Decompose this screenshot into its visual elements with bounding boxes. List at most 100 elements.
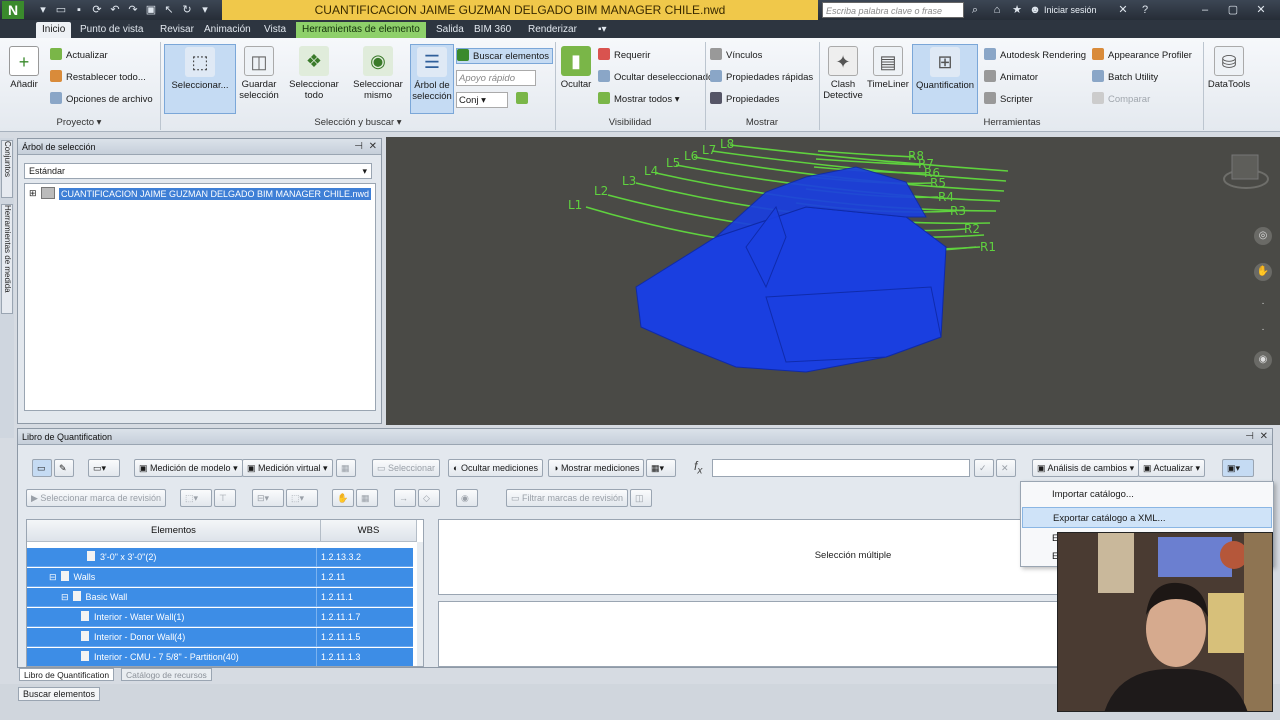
tab-salida[interactable]: Salida [430, 22, 470, 38]
tab-vista[interactable]: Vista [258, 22, 292, 38]
exchange-icon[interactable]: ✕ [1116, 3, 1130, 17]
table-row[interactable]: Interior - Water Wall(1) 1.2.11.1.7 [27, 608, 413, 627]
column-header-elementos[interactable]: Elementos [27, 520, 321, 542]
timeliner-button[interactable]: ▤ TimeLiner [866, 44, 910, 114]
ocultar-button[interactable]: ▮ Ocultar [558, 44, 594, 114]
sync-icon[interactable]: ⟳ [90, 3, 104, 17]
markup-tool-4[interactable]: ⬚▾ [286, 489, 318, 507]
ocultar-deseleccionado-button[interactable]: Ocultar deseleccionado [598, 70, 713, 86]
table-row[interactable]: ⊟ Walls 1.2.11 [27, 568, 413, 587]
eraser-icon[interactable]: ◇ [418, 489, 440, 507]
mostrar-todos-button[interactable]: Mostrar todos ▾ [598, 92, 680, 108]
seleccionar-marca-revision-button[interactable]: ▶ Seleccionar marca de revisión [26, 489, 166, 507]
medicion-virtual-button[interactable]: ▣ Medición virtual ▾ [242, 459, 333, 477]
markup-tool-7[interactable]: → [394, 489, 416, 507]
table-row[interactable]: Interior - CMU - 7 5/8" - Partition(40) 1… [27, 648, 413, 666]
pin-icon[interactable]: ⊣ [354, 139, 363, 155]
tree-view-dropdown[interactable]: Estándar ▾ [24, 163, 372, 179]
actualizar-button[interactable]: ▣ Actualizar ▾ [1138, 459, 1206, 477]
collapse-icon[interactable]: ⊟ [61, 592, 69, 602]
group-label-proyecto[interactable]: Proyecto ▾ [4, 116, 154, 130]
menu-item-importar-catalogo[interactable]: Importar catálogo... [1022, 484, 1272, 505]
user-icon[interactable]: ☻ [1028, 3, 1042, 17]
redo-icon[interactable]: ↷ [126, 3, 140, 17]
group-label-seleccion[interactable]: Selección y buscar ▾ [164, 116, 552, 130]
help-icon[interactable]: ? [1138, 3, 1152, 17]
quantification-button[interactable]: ⊞ Quantification [912, 44, 978, 114]
pan-icon[interactable]: ✋ [1254, 263, 1272, 281]
tab-libro-quantification[interactable]: Libro de Quantification [19, 668, 115, 681]
menu-item-exportar-catalogo[interactable]: Exportar catálogo a XML... [1022, 507, 1272, 528]
print-icon[interactable]: ▣ [144, 3, 158, 17]
customize-icon[interactable]: ▾ [198, 3, 212, 17]
vinculos-button[interactable]: Vínculos [710, 48, 762, 64]
markup-tool-2[interactable]: ⊤ [214, 489, 236, 507]
tab-inicio[interactable]: Inicio [36, 22, 72, 38]
sets-dropdown[interactable]: Conj ▾ [456, 92, 508, 108]
close-icon[interactable]: ✕ [1254, 3, 1268, 17]
side-tab-conjuntos[interactable]: Conjuntos [1, 140, 13, 198]
grid-options-dropdown[interactable]: ▦▾ [646, 459, 676, 477]
pin-icon[interactable]: ⊣ [1245, 429, 1254, 445]
orbit-icon[interactable]: ◉ [1254, 351, 1272, 369]
seleccionar-todo-button[interactable]: ❖ Seleccionar todo [286, 44, 342, 114]
resource-view-icon[interactable]: ✎ [54, 459, 74, 477]
anadir-button[interactable]: + Añadir [4, 44, 44, 114]
table-row[interactable]: ⊟ Basic Wall 1.2.11.1 [27, 588, 413, 607]
tab-revisar[interactable]: Revisar [154, 22, 200, 38]
mostrar-mediciones-button[interactable]: ◑ Mostrar mediciones [548, 459, 645, 477]
collapse-icon[interactable]: ⊟ [49, 572, 57, 582]
propiedades-button[interactable]: Propiedades [710, 92, 779, 108]
arbol-seleccion-button[interactable]: ☰ Árbol de selección [410, 44, 454, 114]
seleccionar-button[interactable]: ⬚ Seleccionar... [164, 44, 236, 114]
tab-bim-360[interactable]: BIM 360 [468, 22, 517, 38]
markup-tool-1[interactable]: ⬚▾ [180, 489, 212, 507]
cancel-icon[interactable]: ✕ [996, 459, 1016, 477]
vertical-scrollbar[interactable] [417, 542, 423, 666]
maximize-icon[interactable]: ▢ [1226, 3, 1240, 17]
tab-punto-de-vista[interactable]: Punto de vista [74, 22, 149, 38]
actualizar-button[interactable]: Actualizar [50, 48, 108, 64]
tab-animacion[interactable]: Animación [198, 22, 257, 38]
seleccionar-mismo-button[interactable]: ◉ Seleccionar mismo [350, 44, 406, 114]
tab-extra-icon[interactable]: ▪▾ [592, 22, 613, 38]
3d-viewport[interactable]: L1 L2 L3 L4 L5 L6 L7 L8 R1 R2 R3 R4 R5 R… [386, 137, 1280, 425]
column-header-wbs[interactable]: WBS [321, 520, 417, 542]
refresh-icon[interactable]: ↻ [180, 3, 194, 17]
table-row[interactable]: Interior - Donor Wall(4) 1.2.11.1.5 [27, 628, 413, 647]
view-mode-dropdown[interactable]: ▭▾ [88, 459, 120, 477]
ocultar-mediciones-button[interactable]: ◐ Ocultar mediciones [448, 459, 543, 477]
save-icon[interactable]: ▪ [72, 3, 86, 17]
restablecer-button[interactable]: Restablecer todo... [50, 70, 146, 86]
app-menu-icon[interactable]: ▾ [36, 3, 50, 17]
buscar-elementos-status-button[interactable]: Buscar elementos [18, 687, 101, 701]
search-icon[interactable]: ⌕ [968, 3, 982, 17]
favorites-icon[interactable]: ★ [1010, 3, 1024, 17]
apoyo-rapido-input[interactable]: Apoyo rápido [456, 70, 536, 86]
animator-button[interactable]: Animator [984, 70, 1038, 86]
side-tab-herramientas-medida[interactable]: Herramientas de medida [1, 204, 13, 314]
check-icon[interactable]: ✓ [974, 459, 994, 477]
analisis-cambios-button[interactable]: ▣ Análisis de cambios ▾ [1032, 459, 1140, 477]
steering-wheel-icon[interactable]: ◎ [1254, 227, 1272, 245]
comparar-button[interactable]: Comparar [1092, 92, 1150, 108]
markup-tool-6[interactable]: ▦ [356, 489, 378, 507]
sign-in-link[interactable]: Iniciar sesión [1044, 0, 1097, 20]
markup-tool-5[interactable]: ✋ [332, 489, 354, 507]
guardar-seleccion-button[interactable]: ◫ Guardar selección [238, 44, 280, 114]
clash-detective-button[interactable]: ✦ Clash Detective [822, 44, 864, 114]
markup-tool-9[interactable]: ◫ [630, 489, 652, 507]
propiedades-rapidas-button[interactable]: Propiedades rápidas [710, 70, 813, 86]
table-row[interactable]: 3'-0" x 3'-0"(2) 1.2.13.3.2 [27, 548, 413, 567]
subscription-icon[interactable]: ⌂ [990, 3, 1004, 17]
select-icon[interactable]: ↖ [162, 3, 176, 17]
markup-tool-8[interactable]: ◉ [456, 489, 478, 507]
expand-icon[interactable]: ⊞ [29, 188, 37, 199]
formula-input[interactable] [712, 459, 970, 477]
autodesk-rendering-button[interactable]: Autodesk Rendering [984, 48, 1086, 64]
tab-renderizar[interactable]: Renderizar [522, 22, 583, 38]
disabled-tool-icon[interactable]: ▦ [336, 459, 356, 477]
tab-catalogo-recursos[interactable]: Catálogo de recursos [121, 668, 212, 681]
tab-herramientas-de-elemento[interactable]: Herramientas de elemento [296, 22, 426, 38]
requerir-button[interactable]: Requerir [598, 48, 650, 64]
